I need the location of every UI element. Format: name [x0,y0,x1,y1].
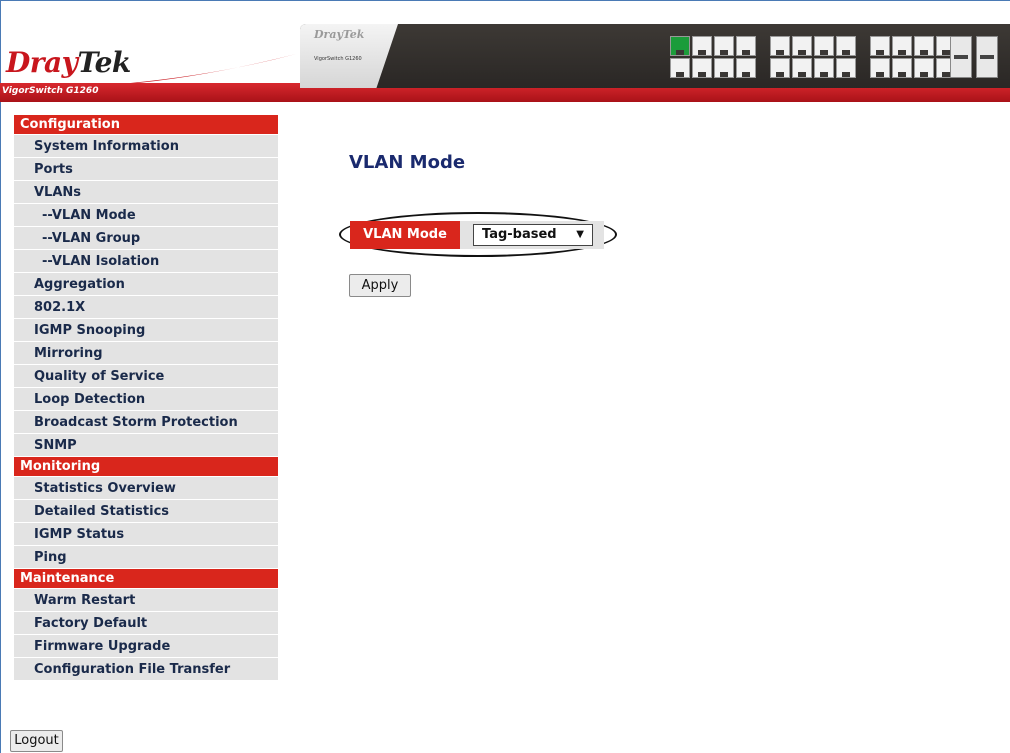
port-group [870,36,956,78]
sidebar-item[interactable]: Configuration File Transfer [14,658,278,681]
brand-swoosh-icon [96,54,296,86]
sidebar-item[interactable]: Warm Restart [14,589,278,612]
ethernet-port [836,58,856,78]
sidebar-item[interactable]: IGMP Snooping [14,319,278,342]
ethernet-port [670,58,690,78]
logout-button[interactable]: Logout [10,730,63,752]
ethernet-port [892,58,912,78]
device-model-label: VigorSwitch G1260 [314,56,362,62]
sidebar-item[interactable]: IGMP Status [14,523,278,546]
sidebar-nav: Configuration System Information Ports VLAN… [14,115,278,681]
ethernet-port [836,36,856,56]
sidebar-item[interactable]: Ping [14,546,278,569]
vlan-mode-label: VLAN Mode [350,221,460,249]
sidebar-section-header[interactable]: Configuration [14,115,278,134]
ethernet-port [792,58,812,78]
ethernet-port [792,36,812,56]
sidebar-item[interactable]: --VLAN Isolation [14,250,278,273]
ethernet-port [892,36,912,56]
sidebar-section-header[interactable]: Monitoring [14,457,278,476]
switch-front-plate: DrayTek VigorSwitch G1260 [300,24,398,88]
dropdown-arrow-icon: ▼ [576,229,584,240]
ethernet-port [914,58,934,78]
sidebar-item[interactable]: --VLAN Mode [14,204,278,227]
sidebar-item[interactable]: Broadcast Storm Protection [14,411,278,434]
sidebar-item[interactable]: Ports [14,158,278,181]
page-title: VLAN Mode [349,152,466,173]
sidebar-item[interactable]: --VLAN Group [14,227,278,250]
ethernet-port [870,58,890,78]
sidebar-item[interactable]: Statistics Overview [14,477,278,500]
sidebar-item[interactable]: Factory Default [14,612,278,635]
sidebar-item[interactable]: Loop Detection [14,388,278,411]
port-group [770,36,856,78]
ethernet-port [814,58,834,78]
ethernet-port [914,36,934,56]
ethernet-port [670,36,690,56]
ethernet-port [736,58,756,78]
sfp-port [950,36,972,78]
ethernet-port [714,58,734,78]
switch-front-panel-image: DrayTek VigorSwitch G1260 [300,24,1010,88]
port-group [670,36,756,78]
sidebar-item[interactable]: Firmware Upgrade [14,635,278,658]
sidebar-item[interactable]: Detailed Statistics [14,500,278,523]
device-logo: DrayTek [314,28,365,41]
model-label: VigorSwitch G1260 [2,86,99,96]
sidebar-item[interactable]: Quality of Service [14,365,278,388]
vlan-mode-select[interactable]: Tag-based ▼ [473,224,593,246]
sidebar-item[interactable]: System Information [14,135,278,158]
sidebar-item[interactable]: VLANs [14,181,278,204]
sfp-port [976,36,998,78]
ethernet-port [714,36,734,56]
vlan-mode-select-value: Tag-based [482,227,557,242]
ethernet-port [692,36,712,56]
sidebar-item[interactable]: Aggregation [14,273,278,296]
ethernet-port [770,58,790,78]
sidebar-item[interactable]: 802.1X [14,296,278,319]
apply-button[interactable]: Apply [349,274,411,297]
sidebar-item[interactable]: Mirroring [14,342,278,365]
ethernet-port [770,36,790,56]
sidebar-section-header[interactable]: Maintenance [14,569,278,588]
ethernet-port [814,36,834,56]
sidebar-item[interactable]: SNMP [14,434,278,457]
ethernet-port [870,36,890,56]
ethernet-port [736,36,756,56]
brand-logo-part1: Dray [6,46,78,79]
ethernet-port [692,58,712,78]
